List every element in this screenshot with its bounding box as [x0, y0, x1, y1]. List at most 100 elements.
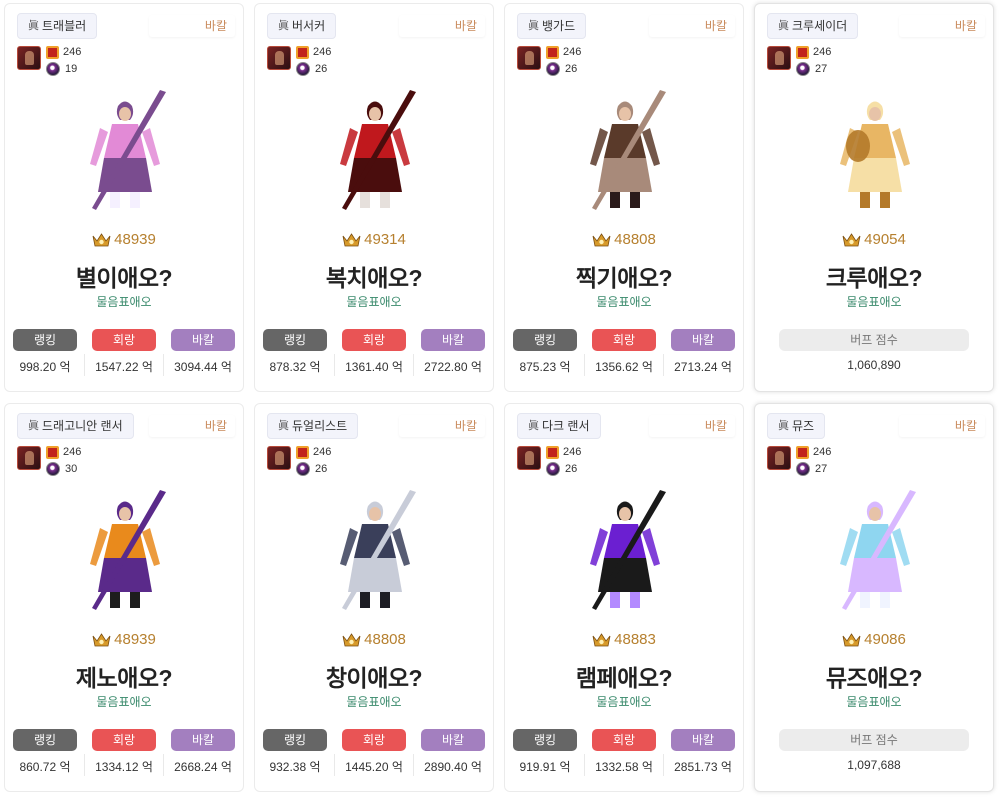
character-name[interactable]: 별이애오? — [5, 259, 243, 293]
fame-score: 48939 — [5, 231, 243, 248]
ranking-damage: 875.23 억 — [519, 360, 571, 374]
character-card[interactable]: 眞 다크 랜서 바칼 246 26 48883 램페애오? 물음표애오 랭킹 919.91 억 회랑… — [504, 403, 744, 792]
bakal-button[interactable]: 바칼 — [421, 329, 485, 351]
job-badge: 眞 크루세이더 — [767, 13, 859, 39]
ranking-button[interactable]: 랭킹 — [513, 329, 577, 351]
set-value: 26 — [315, 463, 328, 475]
bakal-button[interactable]: 바칼 — [171, 729, 235, 751]
job-name: 뮤즈 — [792, 419, 815, 433]
bakal-damage: 2722.80 억 — [424, 360, 482, 374]
fame-value: 49054 — [864, 231, 906, 248]
character-name[interactable]: 크루애오? — [755, 259, 993, 293]
guild-name[interactable]: 물음표애오 — [255, 693, 493, 710]
job-name: 듀얼리스트 — [292, 419, 348, 433]
ranking-damage: 919.91 억 — [519, 760, 571, 774]
character-avatar-icon — [267, 46, 291, 70]
fame-value: 48883 — [614, 631, 656, 648]
bakal-button[interactable]: 바칼 — [671, 729, 735, 751]
fame-crown-icon — [592, 632, 611, 646]
character-name[interactable]: 램페애오? — [505, 659, 743, 693]
character-sprite — [810, 84, 940, 216]
character-name[interactable]: 창이애오? — [255, 659, 493, 693]
character-sprite — [560, 84, 690, 216]
fame-score: 48808 — [505, 231, 743, 248]
level-emblem-icon — [546, 46, 559, 59]
guild-name[interactable]: 물음표애오 — [505, 693, 743, 710]
character-card[interactable]: 眞 크루세이더 바칼 246 27 49054 크루애오? 물음표애오 버프 점수 1,060,8… — [754, 3, 994, 392]
awakening-icon: 眞 — [778, 20, 789, 32]
ranking-damage: 932.38 억 — [269, 760, 321, 774]
job-name: 드래고니안 랜서 — [42, 419, 123, 433]
character-sprite — [810, 484, 940, 616]
ranking-damage: 998.20 억 — [19, 360, 71, 374]
ranking-button[interactable]: 랭킹 — [263, 329, 327, 351]
fame-value: 48939 — [114, 231, 156, 248]
level-value: 246 — [313, 446, 332, 458]
job-name: 다크 랜서 — [542, 419, 590, 433]
fame-value: 49314 — [364, 231, 406, 248]
divider — [334, 354, 335, 376]
guild-name[interactable]: 물음표애오 — [755, 693, 993, 710]
character-sprite — [310, 484, 440, 616]
awakening-icon: 眞 — [28, 420, 39, 432]
character-sprite — [60, 484, 190, 616]
corridor-button[interactable]: 회랑 — [342, 329, 406, 351]
fame-score: 48939 — [5, 631, 243, 648]
corridor-damage: 1547.22 억 — [95, 360, 153, 374]
fame-crown-icon — [342, 232, 361, 246]
character-avatar-icon — [17, 46, 41, 70]
character-name[interactable]: 찍기애오? — [505, 259, 743, 293]
divider — [413, 754, 414, 776]
character-sprite — [310, 84, 440, 216]
bakal-button[interactable]: 바칼 — [671, 329, 735, 351]
server-label: 바칼 — [899, 415, 985, 437]
character-card[interactable]: 眞 뱅가드 바칼 246 26 48808 찍기애오? 물음표애오 랭킹 875.23 억 회랑 13… — [504, 3, 744, 392]
set-orb-icon — [296, 462, 310, 476]
character-name[interactable]: 복치애오? — [255, 259, 493, 293]
ranking-button[interactable]: 랭킹 — [263, 729, 327, 751]
divider — [334, 754, 335, 776]
divider — [413, 354, 414, 376]
character-avatar-icon — [767, 446, 791, 470]
corridor-button[interactable]: 회랑 — [92, 729, 156, 751]
server-label: 바칼 — [149, 15, 235, 37]
bakal-button[interactable]: 바칼 — [171, 329, 235, 351]
corridor-button[interactable]: 회랑 — [592, 729, 656, 751]
level-emblem-icon — [296, 446, 309, 459]
awakening-icon: 眞 — [528, 420, 539, 432]
set-orb-icon — [546, 462, 560, 476]
guild-name[interactable]: 물음표애오 — [5, 693, 243, 710]
job-badge: 眞 버서커 — [267, 13, 337, 39]
ranking-button[interactable]: 랭킹 — [513, 729, 577, 751]
character-name[interactable]: 뮤즈애오? — [755, 659, 993, 693]
job-badge: 眞 다크 랜서 — [517, 413, 601, 439]
character-name[interactable]: 제노애오? — [5, 659, 243, 693]
character-card[interactable]: 眞 뮤즈 바칼 246 27 49086 뮤즈애오? 물음표애오 버프 점수 1,097,688 — [754, 403, 994, 792]
set-orb-icon — [46, 462, 60, 476]
server-label: 바칼 — [399, 15, 485, 37]
character-grid: 眞 트래블러 바칼 246 19 48939 별이애오? 물음표애오 랭킹 998.20 억 회랑 1… — [4, 3, 996, 796]
guild-name[interactable]: 물음표애오 — [5, 293, 243, 310]
bakal-damage: 2890.40 억 — [424, 760, 482, 774]
server-label: 바칼 — [649, 415, 735, 437]
fame-score: 49314 — [255, 231, 493, 248]
character-card[interactable]: 眞 버서커 바칼 246 26 49314 복치애오? 물음표애오 랭킹 878.32 억 회랑 13… — [254, 3, 494, 392]
level-value: 246 — [563, 46, 582, 58]
corridor-button[interactable]: 회랑 — [592, 329, 656, 351]
corridor-button[interactable]: 회랑 — [342, 729, 406, 751]
job-badge: 眞 뮤즈 — [767, 413, 826, 439]
job-name: 트래블러 — [42, 19, 87, 33]
character-card[interactable]: 眞 드래고니안 랜서 바칼 246 30 48939 제노애오? 물음표애오 랭킹 860.72 … — [4, 403, 244, 792]
ranking-button[interactable]: 랭킹 — [13, 729, 77, 751]
guild-name[interactable]: 물음표애오 — [505, 293, 743, 310]
character-card[interactable]: 眞 듀얼리스트 바칼 246 26 48808 창이애오? 물음표애오 랭킹 932.38 억 회랑… — [254, 403, 494, 792]
bakal-button[interactable]: 바칼 — [421, 729, 485, 751]
level-value: 246 — [813, 46, 832, 58]
job-name: 뱅가드 — [542, 19, 576, 33]
ranking-button[interactable]: 랭킹 — [13, 329, 77, 351]
character-avatar-icon — [767, 46, 791, 70]
corridor-button[interactable]: 회랑 — [92, 329, 156, 351]
character-card[interactable]: 眞 트래블러 바칼 246 19 48939 별이애오? 물음표애오 랭킹 998.20 억 회랑 1… — [4, 3, 244, 392]
guild-name[interactable]: 물음표애오 — [755, 293, 993, 310]
guild-name[interactable]: 물음표애오 — [255, 293, 493, 310]
